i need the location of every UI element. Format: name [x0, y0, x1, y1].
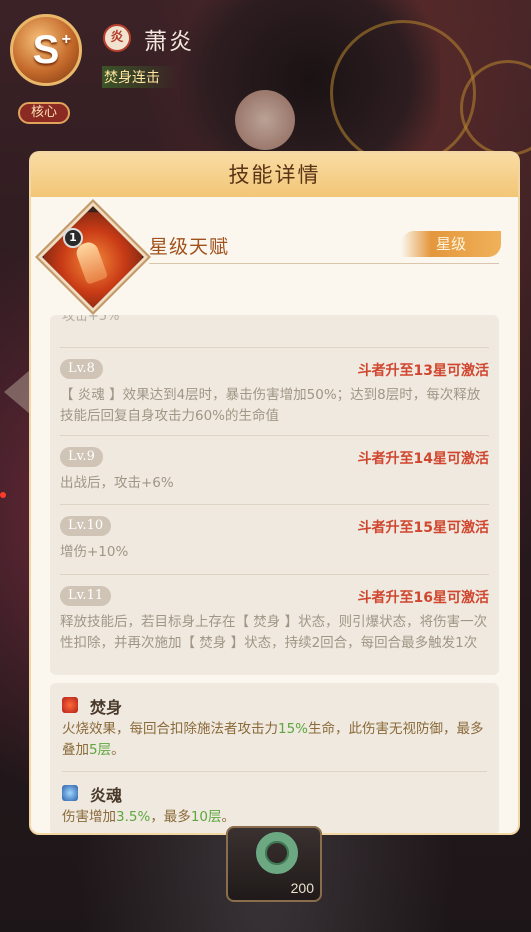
flame-icon	[62, 697, 78, 713]
divider	[60, 347, 489, 348]
level-description: 增伤+10%	[60, 544, 129, 560]
character-face	[235, 90, 295, 150]
level-requirement: 斗者升至16星可激活	[357, 590, 489, 606]
level-badge: Lv.11	[60, 586, 112, 606]
level-requirement: 斗者升至13星可激活	[357, 363, 489, 379]
hero-skill-type: 焚身连击	[102, 66, 178, 88]
level-row: Lv.9 斗者升至14星可激活 出战后，攻击+6%	[60, 447, 489, 497]
level-badge: Lv.10	[60, 516, 112, 536]
item-count: 200	[290, 880, 314, 896]
divider	[60, 504, 489, 505]
level-description: 释放技能后，若目标身上存在【 焚身 】状态，则引爆状态，将伤害一次性扣除，并再次…	[60, 614, 488, 651]
soul-flame-icon	[62, 785, 78, 801]
item-slot[interactable]: 200	[226, 826, 322, 902]
divider	[60, 574, 489, 575]
level-requirement: 斗者升至14星可激活	[357, 451, 489, 467]
glossary-title: 焚身	[90, 698, 123, 717]
skill-icon	[37, 201, 149, 313]
level-description: 【 炎魂 】效果达到4层时，暴击伤害增加50%；达到8层时，每次释放技能后回复自…	[60, 387, 481, 424]
rank-plus: +	[61, 31, 71, 48]
gold-ornament	[330, 20, 476, 166]
skill-level-badge: 1	[63, 228, 83, 248]
glossary-description: 火烧效果，每回合扣除施法者攻击力15%生命，此伤害无视防御，最多叠加5层。	[62, 721, 484, 758]
jade-ring-icon	[256, 832, 298, 874]
modal-title: 技能详情	[31, 153, 518, 197]
hero-name: 萧炎	[144, 29, 194, 55]
skill-detail-modal: 技能详情 1 星级天赋 星级 攻击+5% Lv.8 斗者升至13星可激活 【 炎…	[31, 153, 518, 833]
level-requirement: 斗者升至15星可激活	[357, 520, 489, 536]
divider	[149, 263, 499, 264]
notification-dot	[0, 492, 6, 498]
glossary-panel[interactable]: 焚身 火烧效果，每回合扣除施法者攻击力15%生命，此伤害无视防御，最多叠加5层。…	[50, 683, 499, 833]
level-badge: Lv.9	[60, 447, 103, 467]
level-row: Lv.8 斗者升至13星可激活 【 炎魂 】效果达到4层时，暴击伤害增加50%；…	[60, 359, 489, 429]
skill-header: 1 星级天赋 星级	[31, 197, 518, 313]
glossary-description: 伤害增加3.5%，最多10层。	[62, 809, 235, 825]
clipped-level-text: 攻击+5%	[62, 315, 120, 324]
divider	[60, 435, 489, 436]
level-badge: Lv.8	[60, 359, 103, 379]
rank-letter: S	[32, 27, 60, 72]
core-tag: 核心	[18, 102, 70, 124]
divider	[62, 771, 487, 772]
skill-name: 星级天赋	[149, 236, 230, 258]
level-row: Lv.11 斗者升至16星可激活 释放技能后，若目标身上存在【 焚身 】状态，则…	[60, 586, 489, 675]
fire-element-icon: 炎	[103, 24, 131, 52]
level-description: 出战后，攻击+6%	[60, 475, 174, 491]
glossary-title: 炎魂	[90, 786, 123, 805]
glossary-item: 焚身 火烧效果，每回合扣除施法者攻击力15%生命，此伤害无视防御，最多叠加5层。	[62, 695, 487, 765]
skill-category-tag: 星级	[401, 231, 501, 257]
level-row: Lv.10 斗者升至15星可激活 增伤+10%	[60, 516, 489, 566]
levels-scroll-panel[interactable]: 攻击+5% Lv.8 斗者升至13星可激活 【 炎魂 】效果达到4层时，暴击伤害…	[50, 315, 499, 675]
rank-badge[interactable]: S +	[10, 14, 82, 86]
